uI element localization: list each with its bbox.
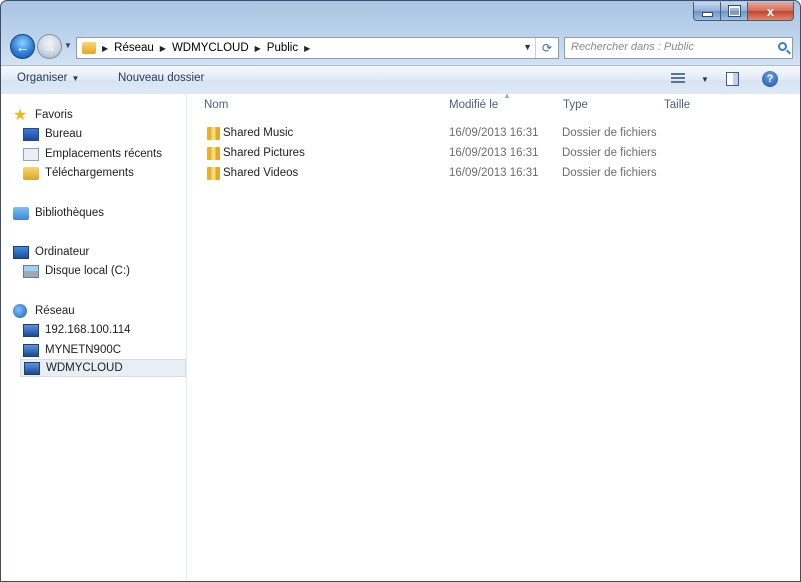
recent-places-icon xyxy=(23,147,39,161)
minimize-icon xyxy=(701,12,713,17)
breadcrumb-separator-icon[interactable]: ▶ xyxy=(160,44,166,53)
sidebar-item-recent-places[interactable]: Emplacements récents xyxy=(23,145,162,163)
forward-button[interactable]: → xyxy=(37,34,62,59)
refresh-icon: ⟳ xyxy=(541,41,553,55)
network-computer-icon xyxy=(23,343,39,357)
file-modified: 16/09/2013 16:31 xyxy=(449,147,539,159)
sidebar-item-label: WDMYCLOUD xyxy=(46,362,123,374)
sidebar-item-desktop[interactable]: Bureau xyxy=(23,125,82,143)
sidebar-item-label: MYNETN900C xyxy=(45,344,122,356)
sidebar-item-label: Ordinateur xyxy=(35,246,90,258)
arrow-right-icon: → xyxy=(42,38,57,55)
libraries-icon xyxy=(13,206,29,220)
hard-drive-icon xyxy=(23,264,39,278)
new-folder-label: Nouveau dossier xyxy=(118,72,205,84)
file-name: Shared Pictures xyxy=(223,147,305,159)
downloads-icon xyxy=(23,166,39,180)
column-headers: ▲ Nom Modifié le Type Taille xyxy=(187,91,800,118)
file-name: Shared Music xyxy=(223,127,294,139)
refresh-button[interactable]: ⟳ xyxy=(535,38,558,58)
address-history-dropdown[interactable]: ▼ xyxy=(523,42,532,52)
file-row[interactable]: Shared Videos 16/09/2013 16:31 Dossier d… xyxy=(201,165,661,184)
preview-pane-icon[interactable] xyxy=(726,72,739,86)
sidebar-item-label: Bibliothèques xyxy=(35,207,105,219)
sidebar-item-wdmycloud[interactable]: WDMYCLOUD xyxy=(20,359,186,377)
file-row[interactable]: Shared Music 16/09/2013 16:31 Dossier de… xyxy=(201,125,661,144)
network-computer-icon xyxy=(24,361,40,375)
file-type: Dossier de fichiers xyxy=(562,147,657,159)
sidebar-item-favorites[interactable]: ★ Favoris xyxy=(13,106,73,124)
desktop-icon xyxy=(23,127,39,141)
network-computer-icon xyxy=(23,323,39,337)
network-icon xyxy=(13,304,27,318)
organize-button[interactable]: Organiser ▼ xyxy=(17,72,79,84)
folder-icon xyxy=(207,127,220,140)
file-type: Dossier de fichiers xyxy=(562,167,657,179)
maximize-button[interactable] xyxy=(721,2,748,21)
minimize-button[interactable] xyxy=(693,2,721,21)
sidebar-item-label: Disque local (C:) xyxy=(45,265,130,277)
arrow-left-icon: ← xyxy=(15,38,30,55)
file-modified: 16/09/2013 16:31 xyxy=(449,167,539,179)
search-placeholder: Rechercher dans : Public xyxy=(571,41,694,53)
sidebar-item-label: Favoris xyxy=(35,109,73,121)
sidebar-item-computer[interactable]: Ordinateur xyxy=(13,243,89,261)
computer-icon xyxy=(13,245,29,259)
navigation-bar: ← → ▼ ▶ Réseau ▶ WDMYCLOUD ▶ Public ▶ ▼ … xyxy=(1,31,800,63)
caption-buttons: x xyxy=(693,2,794,21)
navigation-pane: ★ Favoris Bureau Emplacements récents Té… xyxy=(1,94,187,581)
folder-icon xyxy=(207,167,220,180)
close-button[interactable]: x xyxy=(748,2,794,21)
sort-ascending-icon: ▲ xyxy=(503,91,511,100)
file-modified: 16/09/2013 16:31 xyxy=(449,127,539,139)
file-name: Shared Videos xyxy=(223,167,299,179)
sidebar-item-label: Emplacements récents xyxy=(45,148,162,160)
view-options-dropdown[interactable]: ▼ xyxy=(701,75,709,84)
sidebar-item-label: Téléchargements xyxy=(45,167,134,179)
command-bar: Organiser ▼ Nouveau dossier ▼ ? xyxy=(1,65,800,95)
sidebar-item-label: 192.168.100.114 xyxy=(45,324,131,336)
breadcrumb-separator-icon[interactable]: ▶ xyxy=(255,44,261,53)
sidebar-item-libraries[interactable]: Bibliothèques xyxy=(13,204,104,222)
sidebar-item-label: Réseau xyxy=(35,305,75,317)
maximize-icon xyxy=(728,6,740,16)
close-icon: x xyxy=(766,3,775,19)
help-icon[interactable]: ? xyxy=(762,71,778,87)
column-header-name[interactable]: Nom xyxy=(204,99,228,111)
sidebar-item-label: Bureau xyxy=(45,128,83,140)
address-bar[interactable]: ▶ Réseau ▶ WDMYCLOUD ▶ Public ▶ ▼ ⟳ xyxy=(76,37,559,59)
star-icon: ★ xyxy=(13,106,28,124)
column-header-size[interactable]: Taille xyxy=(664,99,690,111)
breadcrumb-wdmycloud[interactable]: WDMYCLOUD xyxy=(172,42,249,54)
file-row[interactable]: Shared Pictures 16/09/2013 16:31 Dossier… xyxy=(201,145,661,164)
new-folder-button[interactable]: Nouveau dossier xyxy=(118,72,204,84)
breadcrumb-separator-icon[interactable]: ▶ xyxy=(304,44,310,53)
sidebar-item-local-disk[interactable]: Disque local (C:) xyxy=(23,262,130,280)
back-button[interactable]: ← xyxy=(10,34,35,59)
content-area: ★ Favoris Bureau Emplacements récents Té… xyxy=(1,91,800,581)
breadcrumb-public[interactable]: Public xyxy=(267,42,298,54)
sidebar-item-network-host[interactable]: 192.168.100.114 xyxy=(23,321,130,339)
sidebar-item-network[interactable]: Réseau xyxy=(13,302,75,320)
file-type: Dossier de fichiers xyxy=(562,127,657,139)
search-box[interactable]: Rechercher dans : Public xyxy=(564,37,793,59)
recent-pages-button[interactable]: ▼ xyxy=(64,41,72,50)
folder-icon xyxy=(207,147,220,160)
organize-label: Organiser xyxy=(17,72,68,84)
network-folder-icon xyxy=(82,42,96,54)
chevron-down-icon: ▼ xyxy=(64,41,72,50)
chevron-down-icon: ▼ xyxy=(71,74,80,83)
column-header-modified[interactable]: Modifié le xyxy=(449,99,498,111)
explorer-window: x ← → ▼ ▶ Réseau ▶ WDMYCLOUD ▶ Public ▶ … xyxy=(0,0,801,582)
sidebar-item-network-host[interactable]: MYNETN900C xyxy=(23,341,121,359)
change-view-icon[interactable] xyxy=(671,73,685,85)
breadcrumb-network[interactable]: Réseau xyxy=(114,42,154,54)
breadcrumb-separator-icon[interactable]: ▶ xyxy=(102,44,108,53)
sidebar-item-downloads[interactable]: Téléchargements xyxy=(23,164,134,182)
column-header-type[interactable]: Type xyxy=(563,99,588,111)
search-icon[interactable] xyxy=(778,42,787,51)
